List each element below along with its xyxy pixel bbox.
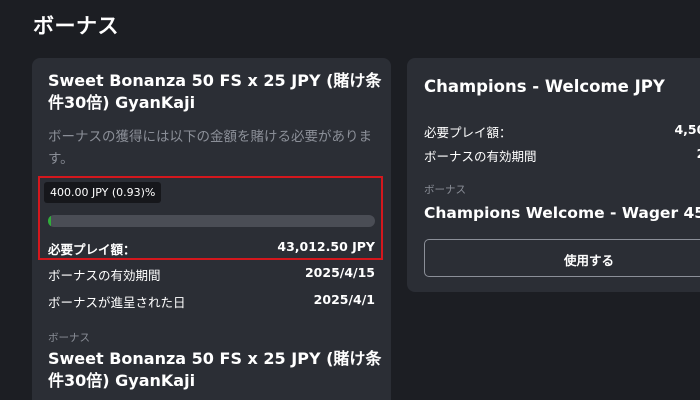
wager-progress-fill: [48, 215, 52, 227]
progress-tooltip: 400.00 JPY (0.93)%: [44, 182, 162, 203]
bonus-title: Sweet Bonanza 50 FS x 25 JPY (賭け条件30倍) G…: [48, 71, 382, 112]
expiry-label: ボーナスの有効期間: [424, 149, 537, 164]
expiry-label: ボーナスの有効期間: [48, 268, 161, 283]
bonus-card-sweet-bonanza: Sweet Bonanza 50 FS x 25 JPY (賭け条件30倍) G…: [32, 58, 391, 400]
granted-label: ボーナスが進呈された日: [48, 295, 186, 310]
required-play-label: 必要プレイ額：: [48, 242, 136, 257]
granted-value: 2025/4/1: [313, 292, 375, 307]
required-play-label: 必要プレイ額：: [424, 125, 512, 140]
use-bonus-button-label: 使用する: [564, 253, 615, 268]
required-play-value: 4,500: [674, 122, 700, 137]
required-play-value: 43,012.50 JPY: [277, 239, 375, 254]
section-label: ボーナス: [424, 184, 466, 196]
bonus-name: Sweet Bonanza 50 FS x 25 JPY (賭け条件30倍) G…: [48, 349, 382, 390]
wager-progress-bar: [48, 215, 375, 227]
bonus-title: Champions - Welcome JPY: [424, 77, 665, 96]
expiry-value: 2025/4/15: [304, 265, 375, 280]
page-title: ボーナス: [33, 14, 119, 38]
expiry-value: 20: [697, 146, 700, 161]
section-label: ボーナス: [48, 332, 90, 344]
bonus-name: Champions Welcome - Wager 450: [424, 204, 700, 222]
bonus-page: ボーナス Sweet Bonanza 50 FS x 25 JPY (賭け条件3…: [0, 0, 700, 400]
bonus-card-champions: Champions - Welcome JPY 必要プレイ額： 4,500 ボー…: [407, 58, 700, 292]
use-bonus-button[interactable]: 使用する: [424, 239, 700, 277]
bonus-description: ボーナスの獲得には以下の金額を賭ける必要があります。: [48, 129, 372, 167]
